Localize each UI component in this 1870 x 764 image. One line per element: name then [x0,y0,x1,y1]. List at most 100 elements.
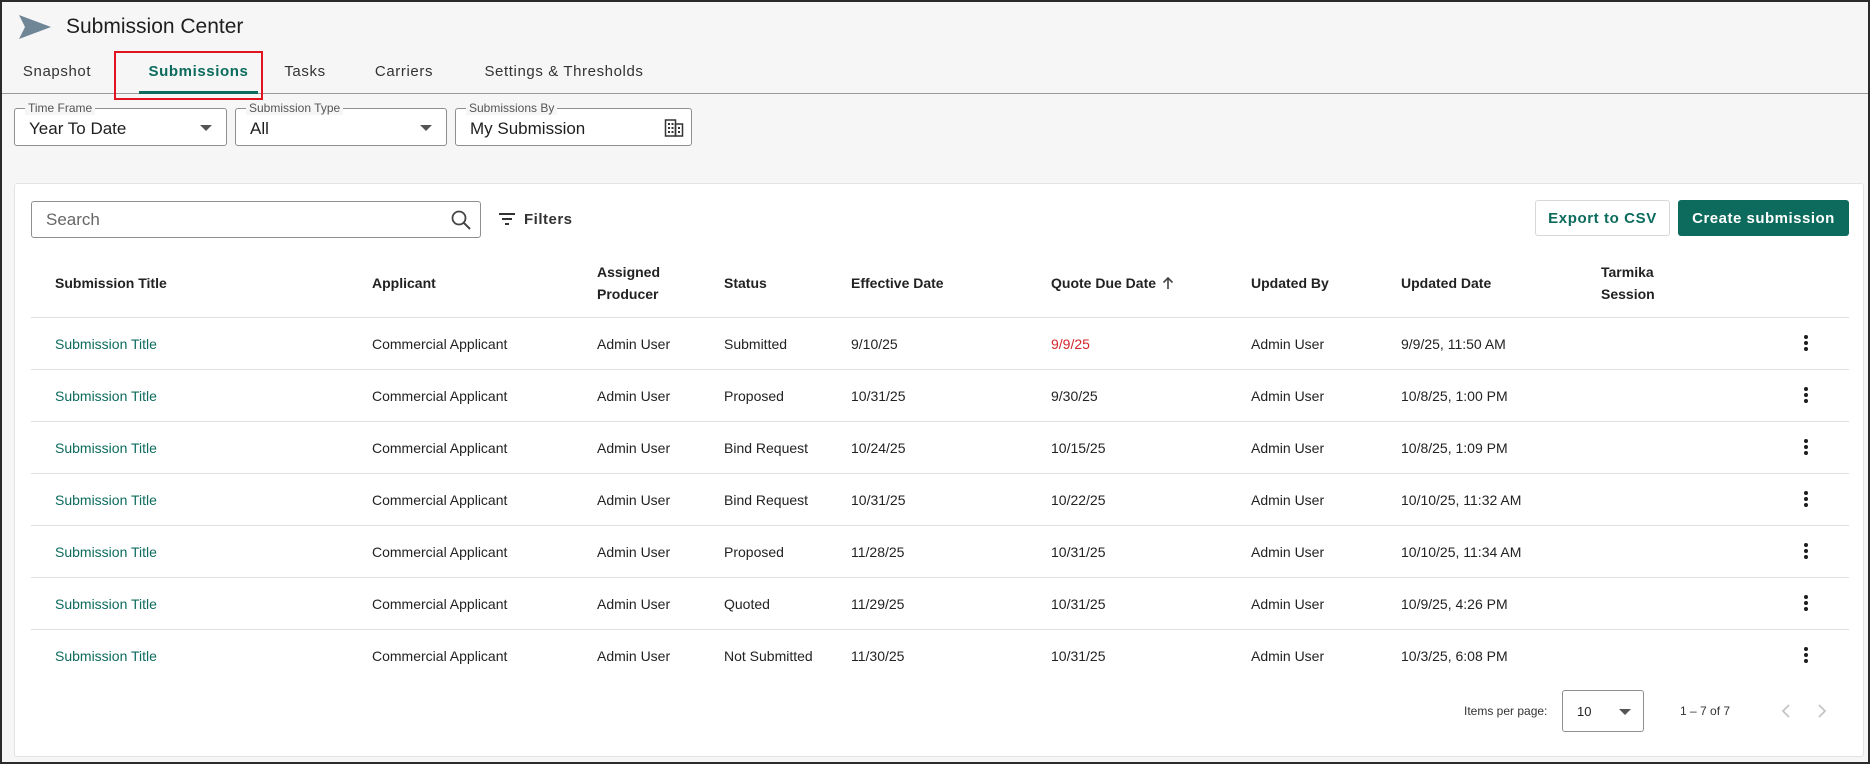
cell-submission-title[interactable]: Submission Title [55,526,157,578]
filters-button[interactable]: Filters [499,206,573,232]
cell-status: Bind Request [724,492,809,508]
more-vert-icon[interactable] [1798,646,1814,666]
highlight-box [114,51,263,100]
cell-updated-by: Admin User [1251,492,1325,508]
app-window: Submission Center Snapshot Submissions T… [0,0,1870,764]
submission-type-select[interactable]: Submission Type All [235,101,447,146]
col-effective-date[interactable]: Effective Date [851,248,944,318]
cell-updated-date: 10/3/25, 6:08 PM [1401,648,1508,664]
table-header: Submission Title Applicant Assigned Prod… [31,248,1849,318]
pagination-range: 1 – 7 of 7 [1680,704,1731,718]
chevron-left-icon[interactable] [1778,702,1794,720]
more-vert-icon[interactable] [1798,594,1814,614]
tab-bar: Snapshot Submissions Tasks Carriers Sett… [2,54,1868,94]
submissions-by-label: Submissions By [466,101,558,115]
col-submission-title[interactable]: Submission Title [55,248,167,318]
cell-updated-by: Admin User [1251,596,1325,612]
items-per-page-label: Items per page: [1464,704,1548,718]
col-assigned-producer-line1: Assigned [597,264,661,280]
col-tarmika-session-line2: Session [1601,286,1655,302]
cell-status: Proposed [724,388,784,404]
col-updated-date[interactable]: Updated Date [1401,248,1491,318]
tab-settings-thresholds[interactable]: Settings & Thresholds [480,54,648,94]
building-icon[interactable] [664,118,684,138]
cell-updated-date: 10/10/25, 11:32 AM [1401,492,1522,508]
cell-updated-by: Admin User [1251,648,1325,664]
cell-submission-title[interactable]: Submission Title [55,578,157,630]
cell-updated-date: 9/9/25, 11:50 AM [1401,336,1506,352]
cell-submission-title[interactable]: Submission Title [55,630,157,682]
cell-status: Proposed [724,544,784,560]
time-frame-label: Time Frame [25,101,96,115]
cell-updated-date: 10/8/25, 1:00 PM [1401,388,1508,404]
table-body: Submission Title Commercial Applicant Admi… [31,318,1849,682]
submissions-by-field[interactable]: Submissions By My Submission [455,101,692,146]
col-assigned-producer[interactable]: Assigned Producer [597,248,660,318]
cell-effective-date: 10/31/25 [851,492,906,508]
arrow-up-icon [1162,276,1174,289]
cell-assigned-producer: Admin User [597,440,671,456]
cell-assigned-producer: Admin User [597,648,671,664]
cell-quote-due-date: 10/31/25 [1051,596,1106,612]
cell-updated-by: Admin User [1251,544,1325,560]
cell-assigned-producer: Admin User [597,336,671,352]
cell-updated-by: Admin User [1251,388,1325,404]
table-row: Submission Title Commercial Applicant Admi… [31,370,1849,422]
cell-applicant: Commercial Applicant [372,440,508,456]
more-vert-icon[interactable] [1798,334,1814,354]
chevron-down-icon [420,125,432,131]
time-frame-select[interactable]: Time Frame Year To Date [14,101,227,146]
col-tarmika-session-line1: Tarmika [1601,264,1654,280]
cell-applicant: Commercial Applicant [372,388,508,404]
items-per-page-select[interactable]: 10 [1562,690,1644,732]
tab-tasks[interactable]: Tasks [282,54,328,94]
cell-assigned-producer: Admin User [597,492,671,508]
filter-icon [499,213,515,225]
chevron-down-icon [200,125,212,131]
col-quote-due-date[interactable]: Quote Due Date [1051,248,1175,318]
cell-assigned-producer: Admin User [597,596,671,612]
table-row: Submission Title Commercial Applicant Admi… [31,526,1849,578]
search-field[interactable] [31,201,481,238]
search-icon[interactable] [450,209,472,231]
cell-updated-by: Admin User [1251,336,1325,352]
cell-quote-due-date: 10/31/25 [1051,648,1106,664]
cell-effective-date: 11/30/25 [851,648,905,664]
cell-quote-due-date: 9/30/25 [1051,388,1098,404]
submission-type-label: Submission Type [246,101,344,115]
cell-submission-title[interactable]: Submission Title [55,474,157,526]
cell-submission-title[interactable]: Submission Title [55,422,157,474]
cell-applicant: Commercial Applicant [372,336,508,352]
create-submission-button[interactable]: Create submission [1678,200,1849,236]
cell-updated-date: 10/9/25, 4:26 PM [1401,596,1508,612]
cell-effective-date: 10/24/25 [851,440,906,456]
cell-assigned-producer: Admin User [597,544,671,560]
cell-updated-date: 10/10/25, 11:34 AM [1401,544,1522,560]
more-vert-icon[interactable] [1798,386,1814,406]
col-updated-by[interactable]: Updated By [1251,248,1329,318]
more-vert-icon[interactable] [1798,438,1814,458]
tab-carriers[interactable]: Carriers [372,54,436,94]
chevron-right-icon[interactable] [1814,702,1830,720]
cell-quote-due-date: 10/31/25 [1051,544,1106,560]
search-input[interactable] [46,210,426,230]
chevron-down-icon [1619,709,1631,715]
submissions-card: Filters Export to CSV Create submission … [14,183,1864,757]
table-row: Submission Title Commercial Applicant Admi… [31,630,1849,682]
cell-status: Bind Request [724,440,809,456]
export-csv-button[interactable]: Export to CSV [1535,200,1670,236]
cell-effective-date: 11/28/25 [851,544,905,560]
more-vert-icon[interactable] [1798,542,1814,562]
col-applicant[interactable]: Applicant [372,248,436,318]
cell-submission-title[interactable]: Submission Title [55,318,157,370]
time-frame-value: Year To Date [29,119,127,138]
tab-snapshot[interactable]: Snapshot [20,54,94,94]
cell-applicant: Commercial Applicant [372,596,508,612]
cell-effective-date: 9/10/25 [851,336,898,352]
cell-submission-title[interactable]: Submission Title [55,370,157,422]
col-status[interactable]: Status [724,248,767,318]
more-vert-icon[interactable] [1798,490,1814,510]
table-row: Submission Title Commercial Applicant Admi… [31,578,1849,630]
cell-status: Submitted [724,336,788,352]
col-tarmika-session[interactable]: Tarmika Session [1601,248,1655,318]
